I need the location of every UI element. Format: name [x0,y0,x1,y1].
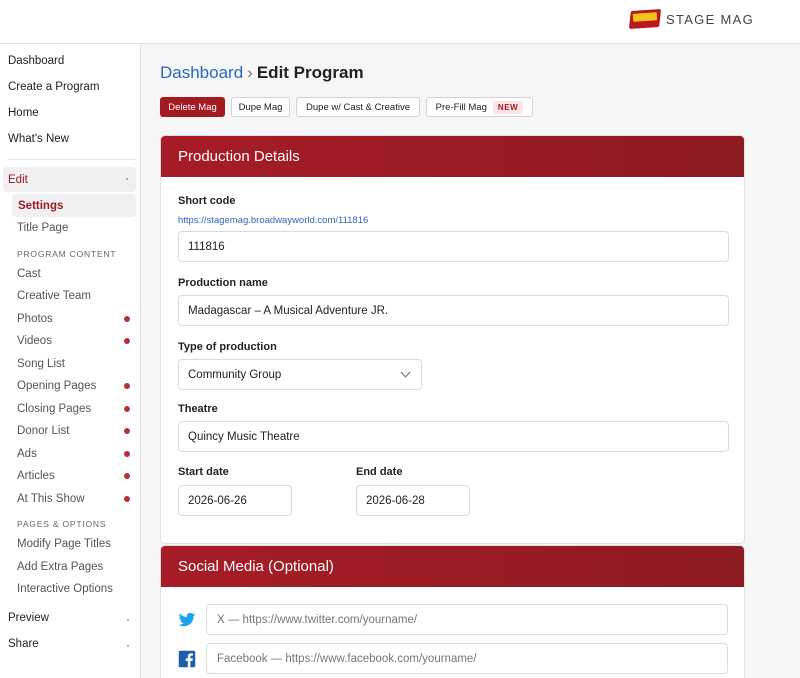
sidebar-item-creative-team[interactable]: Creative Team [17,290,91,302]
sidebar-item-title-page[interactable]: Title Page [17,222,68,234]
chevron-up-icon [126,178,128,180]
end-date-input[interactable]: 2026-06-28 [356,485,470,516]
sidebar-item-closing-pages[interactable]: Closing Pages [17,403,91,415]
breadcrumb-dashboard-link[interactable]: Dashboard [160,63,243,82]
status-dot [124,406,130,412]
pages-options-heading: PAGES & OPTIONS [17,519,107,529]
theatre-label: Theatre [178,403,218,415]
twitter-icon [178,612,196,627]
sidebar-item-donor-list[interactable]: Donor List [17,425,69,437]
sidebar-item-settings-label: Settings [18,200,64,212]
sidebar-item-opening-pages[interactable]: Opening Pages [17,380,96,392]
breadcrumb-separator: › [247,63,253,82]
breadcrumb: Dashboard › Edit Program [160,63,364,83]
sidebar-item-dashboard[interactable]: Dashboard [8,55,64,67]
dupe-cast-creative-button[interactable]: Dupe w/ Cast & Creative [296,97,420,117]
production-name-label: Production name [178,277,268,289]
brand-name: STAGE MAG [665,11,754,27]
program-content-heading: PROGRAM CONTENT [17,249,117,259]
production-details-header: Production Details [161,136,744,177]
status-dot [124,451,130,457]
facebook-url-input[interactable]: Facebook — https://www.facebook.com/your… [206,643,728,674]
stagemag-logo-icon [628,8,662,30]
social-media-title: Social Media (Optional) [178,558,334,575]
production-details-title: Production Details [178,148,300,165]
sidebar-item-cast[interactable]: Cast [17,268,41,280]
production-name-input[interactable]: Madagascar – A Musical Adventure JR. [178,295,729,326]
status-dot [124,428,130,434]
status-dot [124,496,130,502]
brand[interactable]: STAGE MAG [628,8,754,30]
sidebar-item-home[interactable]: Home [8,107,39,119]
short-code-input[interactable]: 111816 [178,231,729,262]
sidebar-item-videos[interactable]: Videos [17,335,52,347]
sidebar-item-articles[interactable]: Articles [17,470,55,482]
sidebar-item-interactive-options[interactable]: Interactive Options [17,583,113,595]
sidebar-item-photos[interactable]: Photos [17,313,53,325]
status-dot [124,473,130,479]
dupe-mag-button[interactable]: Dupe Mag [231,97,290,117]
prefill-mag-button[interactable]: Pre-Fill Mag NEW [426,97,533,117]
sidebar-item-settings[interactable]: Settings [12,194,136,217]
status-dot [124,338,130,344]
sidebar-item-edit-label: Edit [8,174,28,186]
sidebar-item-modify-page-titles[interactable]: Modify Page Titles [17,538,111,550]
type-of-production-label: Type of production [178,341,277,353]
sidebar-divider [8,159,136,160]
sidebar-item-song-list[interactable]: Song List [17,358,65,370]
page-title: Edit Program [256,63,364,82]
twitter-url-input[interactable]: X — https://www.twitter.com/yourname/ [206,604,728,635]
sidebar-item-edit[interactable]: Edit [3,167,136,192]
status-dot [124,383,130,389]
sidebar: Dashboard Create a Program Home What's N… [0,44,141,678]
prefill-mag-label: Pre-Fill Mag [435,101,487,113]
sidebar-item-add-extra-pages[interactable]: Add Extra Pages [17,561,103,573]
new-badge: NEW [492,100,524,114]
social-media-card: Social Media (Optional) X — https://www.… [160,545,745,678]
chevron-down-icon [127,645,129,647]
sidebar-item-whats-new[interactable]: What's New [8,133,69,145]
delete-mag-button[interactable]: Delete Mag [160,97,225,117]
chevron-down-icon [127,619,129,621]
sidebar-item-create-program[interactable]: Create a Program [8,81,99,93]
short-code-label: Short code [178,195,236,207]
sidebar-item-share[interactable]: Share [8,638,39,650]
production-details-card: Production Details Short code https://st… [160,135,745,544]
top-bar: STAGE MAG [0,0,800,44]
theatre-input[interactable]: Quincy Music Theatre [178,421,729,452]
social-media-header: Social Media (Optional) [161,546,744,587]
facebook-icon [178,650,196,668]
sidebar-item-ads[interactable]: Ads [17,448,37,460]
type-of-production-select[interactable]: Community Group [178,359,422,390]
sidebar-item-at-this-show[interactable]: At This Show [17,493,85,505]
status-dot [124,316,130,322]
type-of-production-value: Community Group [188,368,282,381]
start-date-input[interactable]: 2026-06-26 [178,485,292,516]
chevron-down-icon [400,367,411,378]
short-code-url-link[interactable]: https://stagemag.broadwayworld.com/11181… [178,215,368,226]
start-date-label: Start date [178,466,229,478]
end-date-label: End date [356,466,403,478]
sidebar-item-preview[interactable]: Preview [8,612,49,624]
